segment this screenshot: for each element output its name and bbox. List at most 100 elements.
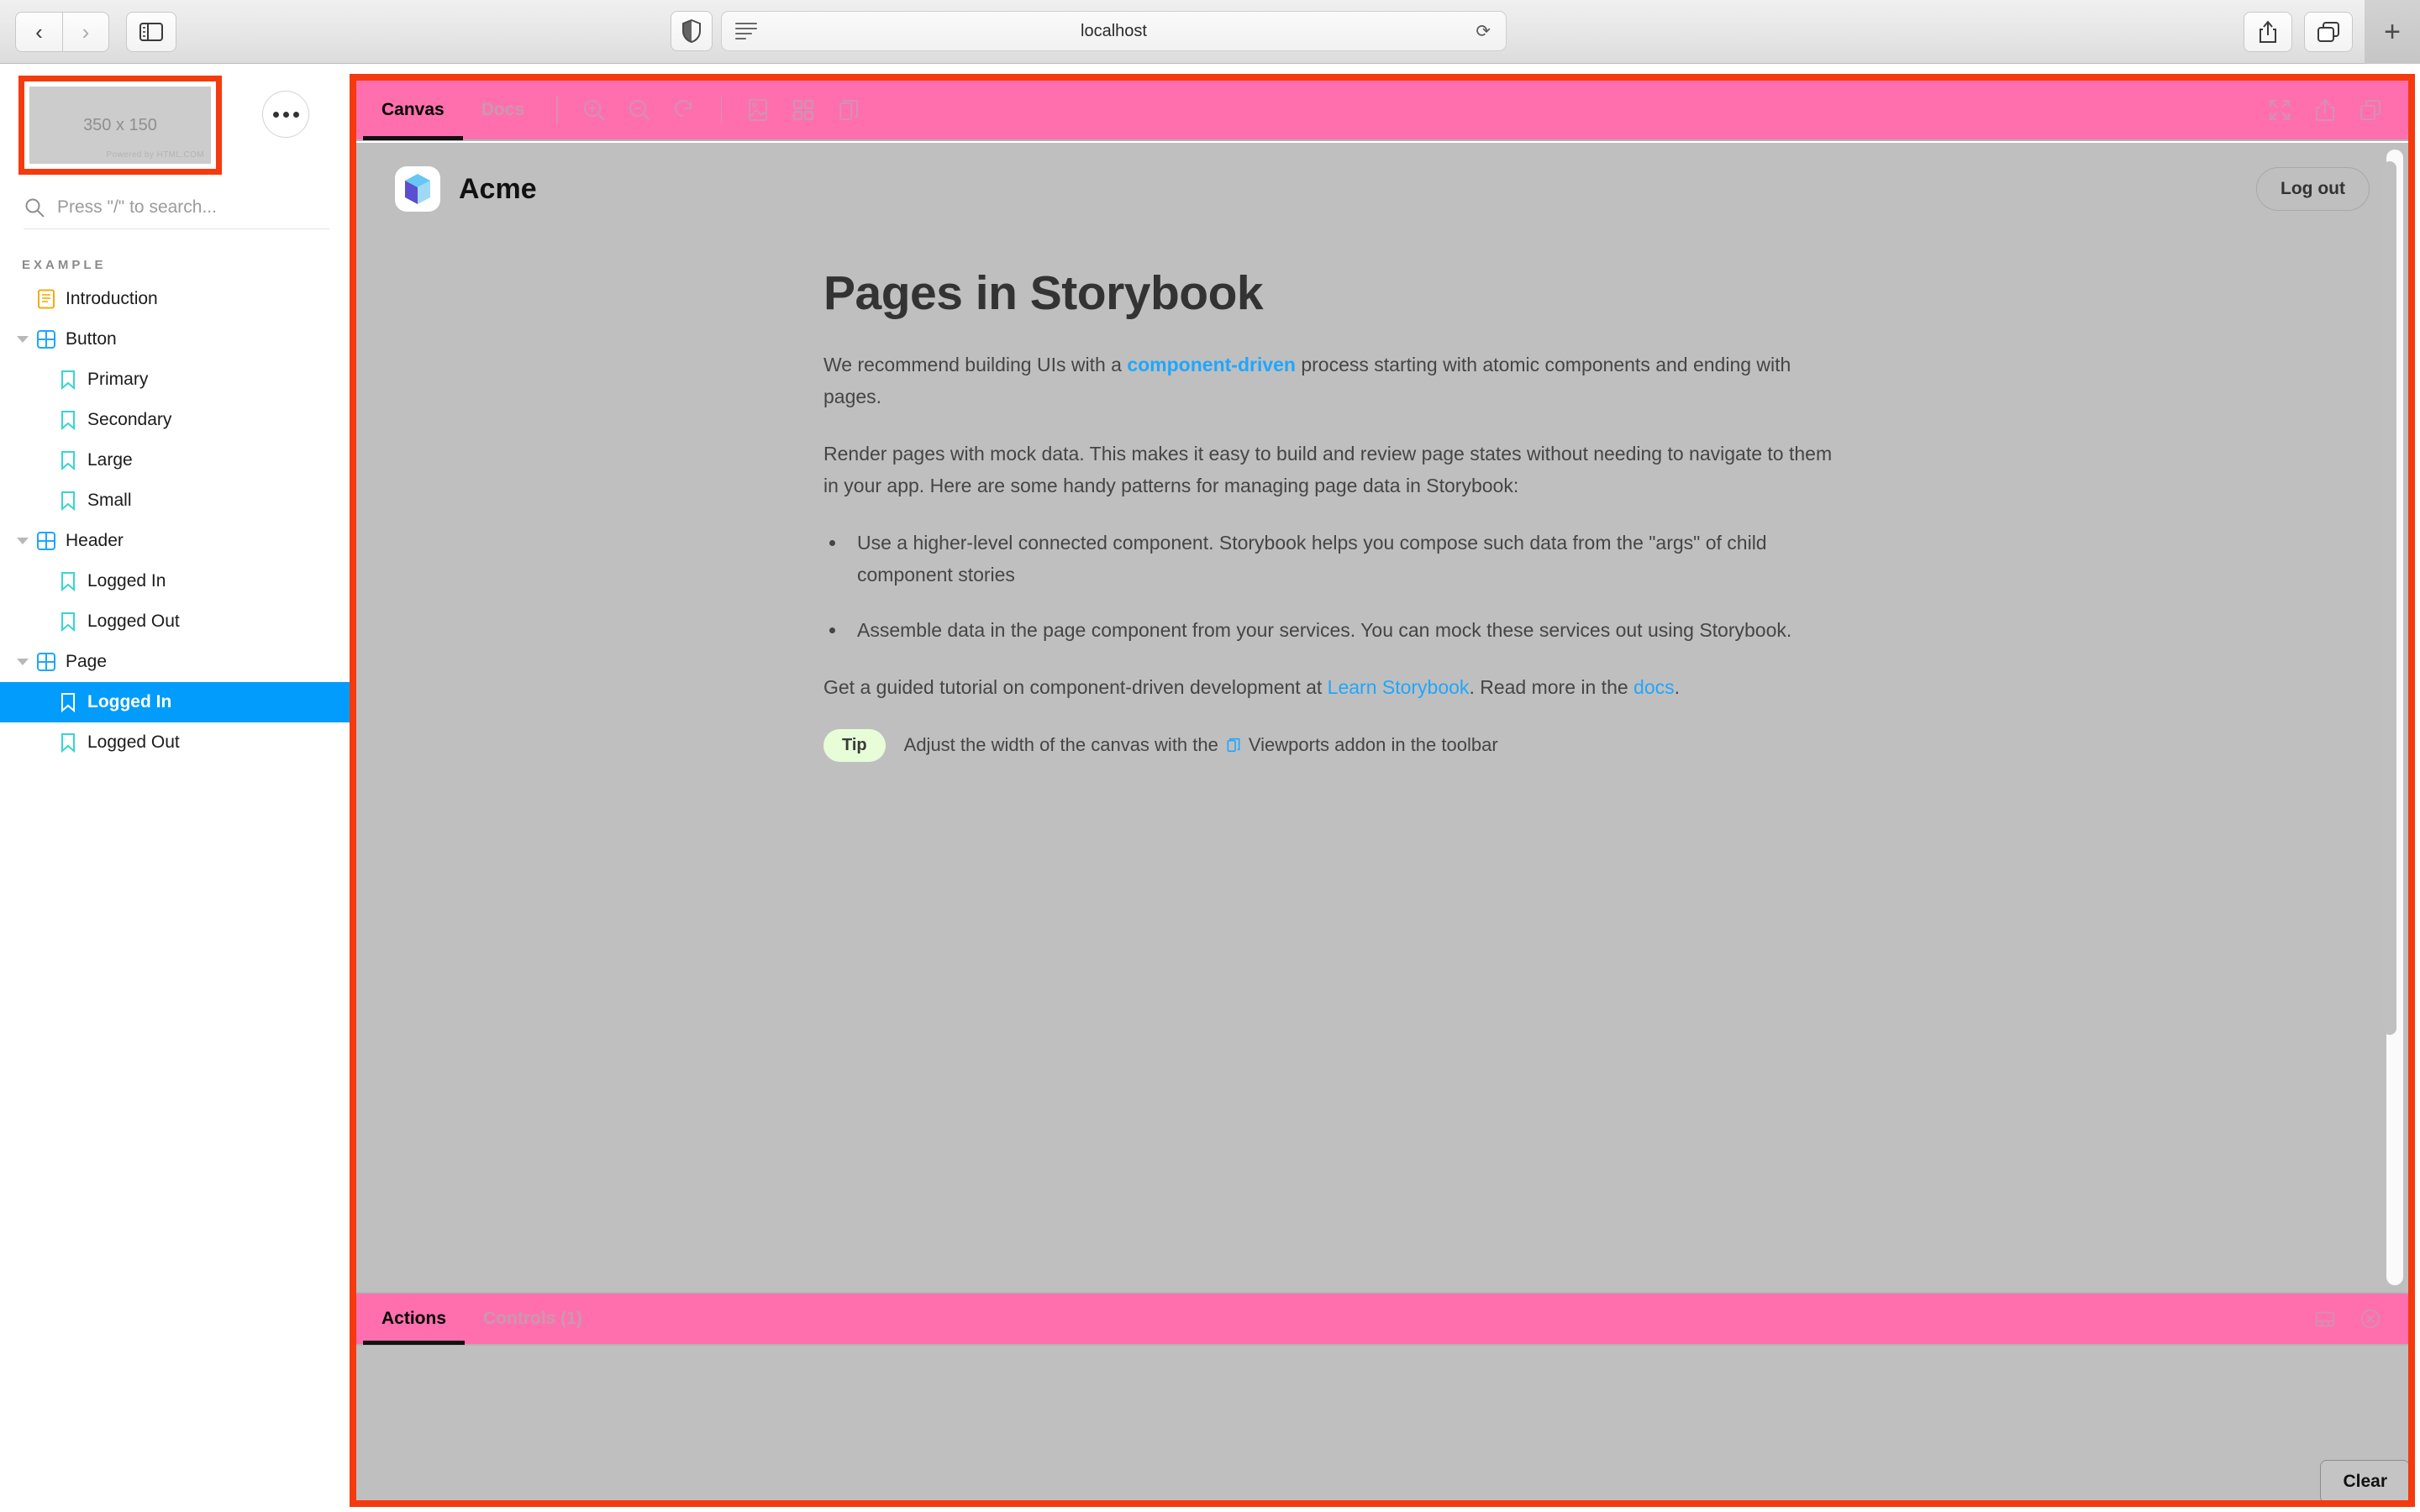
story-icon <box>55 692 81 712</box>
close-panel-icon <box>2360 1309 2381 1329</box>
learn-storybook-link[interactable]: Learn Storybook <box>1328 676 1470 698</box>
canvas-scrollbar-track[interactable] <box>2383 150 2403 1285</box>
backgrounds-icon <box>749 99 768 121</box>
tab-overview-button[interactable] <box>2304 12 2353 52</box>
tip-text-before: Adjust the width of the canvas with the <box>903 734 1218 755</box>
search-row[interactable] <box>24 197 329 229</box>
tip-callout: Tip Adjust the width of the canvas with … <box>823 728 1840 762</box>
plus-icon: + <box>2384 15 2401 48</box>
story-icon <box>55 370 81 390</box>
fullscreen-icon <box>2269 99 2291 121</box>
chrome-right-group: + <box>2244 0 2420 64</box>
tab-controls[interactable]: Controls (1) <box>465 1293 601 1345</box>
placeholder-credit: Powered by HTML.COM <box>106 150 204 160</box>
sidebar-icon <box>139 22 163 41</box>
reader-view-icon[interactable] <box>735 23 757 39</box>
new-tab-button[interactable]: + <box>2365 0 2420 64</box>
url-field[interactable]: localhost ⟳ <box>721 11 1507 51</box>
addons-panel-body: Clear <box>356 1347 2408 1500</box>
grid-button[interactable] <box>781 87 826 133</box>
nav-button-group: ‹ › <box>15 11 109 52</box>
sidebar-item-logged-in[interactable]: Logged In <box>0 561 350 601</box>
viewport-icon <box>1225 736 1242 754</box>
copy-link-icon <box>2360 100 2381 120</box>
sidebar-item-page[interactable]: Page <box>0 642 350 682</box>
chevron-down-icon[interactable] <box>12 336 34 343</box>
docs-link[interactable]: docs <box>1634 676 1675 698</box>
component-icon <box>34 329 59 349</box>
dot <box>292 111 299 118</box>
sidebar-item-secondary[interactable]: Secondary <box>0 400 350 440</box>
document-icon <box>34 289 59 309</box>
tab-actions[interactable]: Actions <box>363 1293 466 1345</box>
list-item: Use a higher-level connected component. … <box>847 528 1840 591</box>
component-icon <box>34 531 59 551</box>
addons-panel: Actions Controls (1) Clear <box>356 1292 2408 1500</box>
tutorial-text-after: . <box>1674 675 1681 698</box>
zoom-out-button[interactable] <box>617 87 662 133</box>
sidebar-menu-button[interactable] <box>262 91 309 138</box>
tab-docs[interactable]: Docs <box>463 81 543 140</box>
zoom-out-icon <box>629 100 650 121</box>
open-in-new-tab-button[interactable] <box>2302 87 2348 133</box>
sidebar-item-introduction[interactable]: Introduction <box>0 279 350 319</box>
pattern-list: Use a higher-level connected component. … <box>847 528 1840 647</box>
backgrounds-button[interactable] <box>735 87 781 133</box>
sidebar-item-logged-out[interactable]: Logged Out <box>0 722 350 763</box>
back-button[interactable]: ‹ <box>15 11 62 52</box>
sidebar-item-label: Large <box>87 450 133 470</box>
story-tree: Introduction Button Primary Secondary Large S… <box>0 279 350 763</box>
search-input[interactable] <box>57 197 329 218</box>
dot <box>282 111 289 118</box>
sidebar-item-large[interactable]: Large <box>0 440 350 480</box>
toolbar-divider <box>720 96 723 124</box>
tip-badge: Tip <box>823 728 886 762</box>
brand-group: Acme <box>395 166 537 212</box>
page-title: Pages in Storybook <box>823 266 1264 320</box>
sidebar-item-header[interactable]: Header <box>0 521 350 561</box>
sidebar-item-small[interactable]: Small <box>0 480 350 521</box>
sidebar-top: 350 x 150 Powered by HTML.COM <box>0 64 350 175</box>
sidebar-toggle-button[interactable] <box>126 11 176 52</box>
chevron-down-icon[interactable] <box>12 659 34 665</box>
sidebar-item-primary[interactable]: Primary <box>0 360 350 400</box>
sidebar-item-button[interactable]: Button <box>0 319 350 360</box>
privacy-report-button[interactable] <box>671 11 713 51</box>
reload-icon[interactable]: ⟳ <box>1476 21 1491 42</box>
close-panel-button[interactable] <box>2348 1296 2393 1341</box>
zoom-reset-button[interactable] <box>662 87 708 133</box>
tutorial-paragraph: Get a guided tutorial on component-drive… <box>823 672 1840 704</box>
component-driven-link[interactable]: component-driven <box>1127 354 1296 375</box>
canvas-scroll-area: Acme Log out Pages in Storybook We recom… <box>356 143 2408 1292</box>
canvas-scrollbar-thumb[interactable] <box>2383 161 2396 1035</box>
panel-position-button[interactable] <box>2302 1296 2348 1341</box>
grid-icon <box>792 99 814 121</box>
sidebar-section-heading: EXAMPLE <box>22 258 107 272</box>
sidebar-item-logged-in[interactable]: Logged In <box>0 682 350 722</box>
forward-button[interactable]: › <box>62 11 109 52</box>
sidebar-item-logged-out[interactable]: Logged Out <box>0 601 350 642</box>
brand-name: Acme <box>459 172 537 205</box>
article: Pages in Storybook We recommend building… <box>823 265 1840 762</box>
toolbar-divider <box>556 96 558 124</box>
share-button[interactable] <box>2244 12 2292 52</box>
logout-button[interactable]: Log out <box>2256 167 2370 211</box>
story-icon <box>55 410 81 430</box>
address-bar-group: localhost ⟳ <box>671 11 1507 51</box>
copy-link-button[interactable] <box>2348 87 2393 133</box>
clear-button[interactable]: Clear <box>2320 1460 2408 1500</box>
tab-canvas[interactable]: Canvas <box>363 81 463 140</box>
list-item: Assemble data in the page component from… <box>847 615 1840 647</box>
acme-cube-logo <box>395 166 440 212</box>
story-canvas: Acme Log out Pages in Storybook We recom… <box>356 143 2408 1292</box>
placeholder-image-highlight: 350 x 150 Powered by HTML.COM <box>18 76 222 175</box>
sidebar-item-label: Logged Out <box>87 732 180 752</box>
chevron-down-icon[interactable] <box>12 538 34 544</box>
fullscreen-button[interactable] <box>2257 87 2302 133</box>
privacy-shield-icon <box>682 19 701 43</box>
viewport-button[interactable] <box>826 87 871 133</box>
zoom-in-button[interactable] <box>571 87 617 133</box>
storybook-app-highlight: Canvas Docs Acme Log out Pages in Storyb… <box>350 74 2415 1507</box>
page-root: 350 x 150 Powered by HTML.COM EXAMPLE In… <box>0 64 2420 1512</box>
story-icon <box>55 732 81 753</box>
